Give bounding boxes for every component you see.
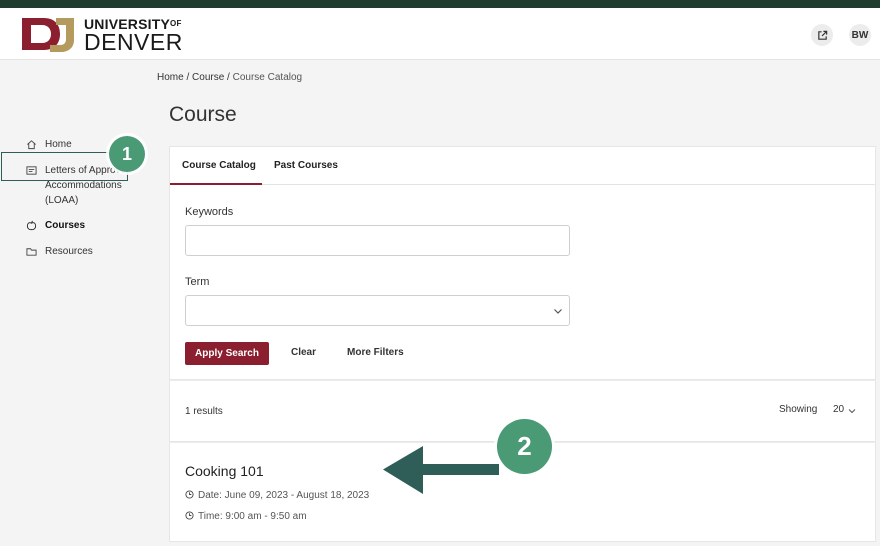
annotation-arrow-left — [383, 446, 499, 494]
page-size-select[interactable]: 20 — [833, 404, 844, 415]
external-link-button[interactable] — [811, 24, 833, 46]
sidebar-item-label: Resources — [45, 246, 93, 257]
apply-search-button[interactable]: Apply Search — [185, 342, 269, 365]
keywords-input[interactable] — [185, 225, 570, 256]
du-logo[interactable] — [22, 15, 74, 53]
course-title[interactable]: Cooking 101 — [185, 463, 264, 479]
home-icon — [27, 140, 36, 150]
folder-icon — [26, 248, 37, 256]
breadcrumb-separator: / — [224, 72, 233, 83]
university-name: UNIVERSITYOF DENVER — [84, 17, 183, 55]
logo-denver-word: DENVER — [84, 29, 183, 55]
keywords-label: Keywords — [185, 206, 234, 218]
page-title: Course — [169, 103, 237, 126]
course-date: Date: June 09, 2023 - August 18, 2023 — [185, 490, 369, 501]
active-tab-indicator — [170, 183, 262, 185]
tab-past-courses[interactable]: Past Courses — [274, 160, 338, 171]
chevron-down-icon — [554, 309, 562, 314]
more-filters-button[interactable]: More Filters — [347, 347, 404, 358]
user-avatar-button[interactable]: BW — [849, 24, 871, 46]
results-count: 1 results — [185, 406, 223, 417]
breadcrumb-current: Course Catalog — [232, 72, 303, 83]
callout-badge-1: 1 — [109, 136, 145, 172]
external-link-icon — [817, 30, 827, 40]
search-card: Course Catalog Past Courses Keywords Ter… — [169, 146, 876, 380]
breadcrumb-separator: / — [183, 72, 193, 83]
sidebar: Home Letters of Approved Accommodations … — [0, 60, 150, 546]
clock-icon — [185, 490, 194, 499]
term-select[interactable] — [185, 295, 570, 326]
breadcrumb: Home / Course / Course Catalog — [157, 72, 302, 83]
term-label: Term — [185, 276, 210, 288]
course-time: Time: 9:00 am - 9:50 am — [185, 511, 307, 522]
sidebar-item-label: Courses — [45, 220, 86, 231]
tab-bar: Course Catalog Past Courses — [170, 147, 875, 185]
course-time-text: Time: 9:00 am - 9:50 am — [198, 511, 307, 522]
course-date-text: Date: June 09, 2023 - August 18, 2023 — [198, 490, 370, 501]
top-accent-bar — [0, 0, 880, 8]
breadcrumb-course[interactable]: Course — [192, 72, 224, 83]
chevron-down-icon[interactable] — [848, 407, 856, 415]
callout-badge-2: 2 — [497, 419, 552, 474]
breadcrumb-home[interactable]: Home — [157, 72, 184, 83]
clear-button[interactable]: Clear — [291, 347, 316, 358]
clock-icon — [185, 511, 194, 520]
apple-icon — [26, 220, 37, 231]
logo-of-word: OF — [170, 19, 182, 28]
app-header: UNIVERSITYOF DENVER BW — [0, 8, 880, 60]
showing-label: Showing — [779, 404, 818, 415]
tab-course-catalog[interactable]: Course Catalog — [182, 160, 256, 171]
